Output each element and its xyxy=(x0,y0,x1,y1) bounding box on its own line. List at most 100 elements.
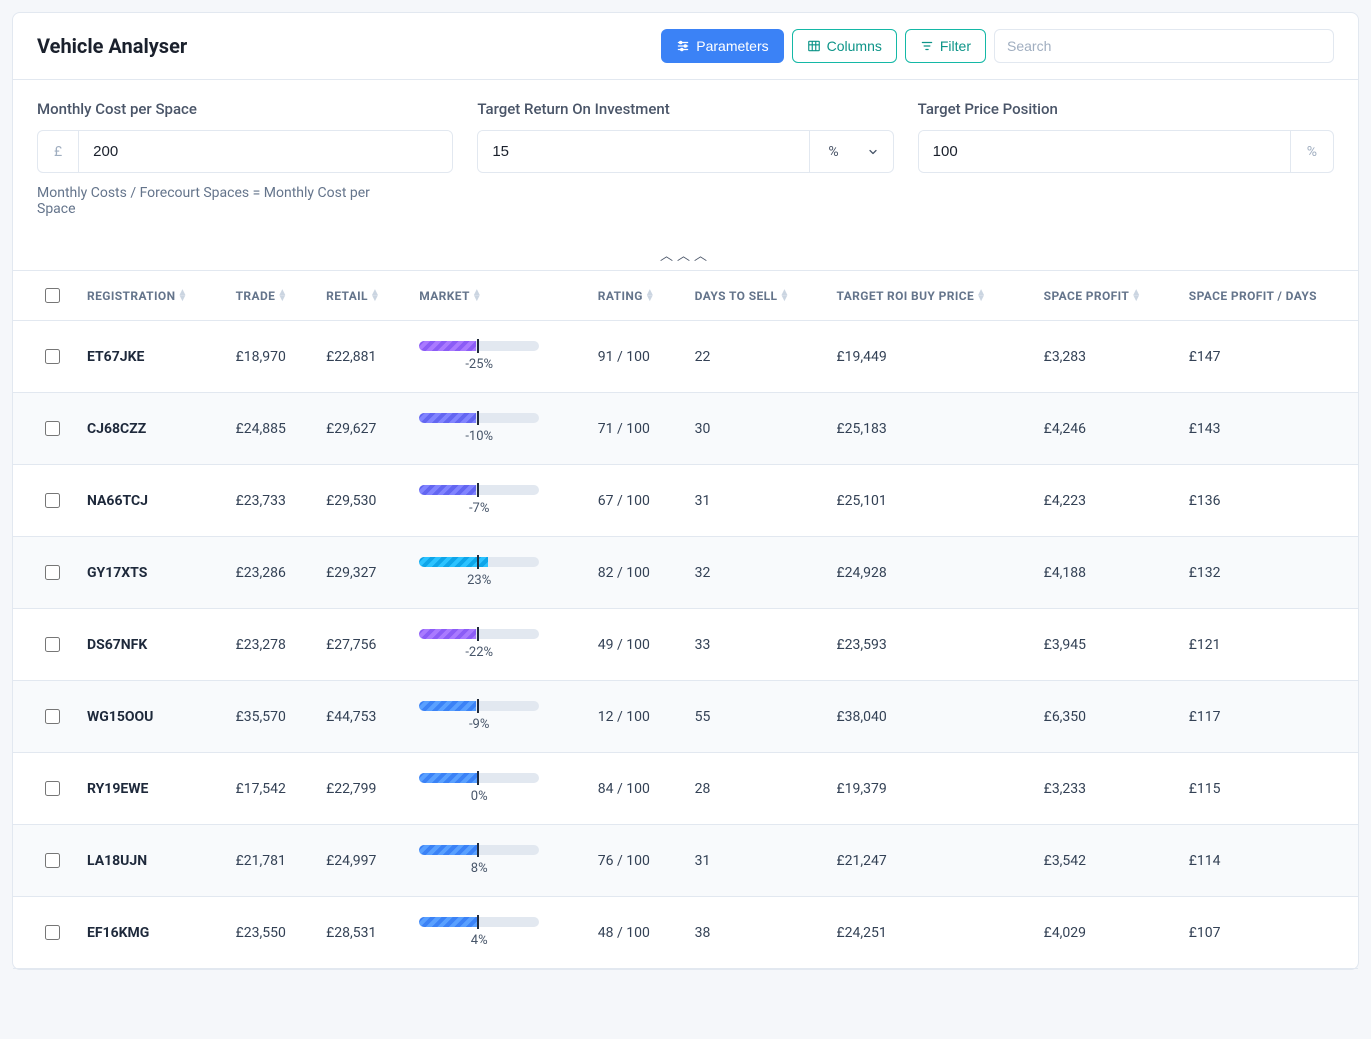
row-checkbox[interactable] xyxy=(45,925,60,940)
market-pct-label: -22% xyxy=(419,645,539,660)
cell-market: -22% xyxy=(407,609,586,681)
row-checkbox[interactable] xyxy=(45,853,60,868)
param-target-price: Target Price Position % xyxy=(918,100,1334,217)
cell-roi: £21,247 xyxy=(824,825,1031,897)
cell-profit: £4,188 xyxy=(1032,537,1177,609)
cost-input[interactable] xyxy=(79,131,452,172)
cell-profit: £4,223 xyxy=(1032,465,1177,537)
columns-icon xyxy=(807,39,821,53)
cell-days: 33 xyxy=(683,609,825,681)
cell-profit-days: £132 xyxy=(1177,537,1358,609)
vehicle-analyser-card: Vehicle Analyser Parameters Columns Filt… xyxy=(12,12,1359,970)
cost-helper-text: Monthly Costs / Forecourt Spaces = Month… xyxy=(37,185,377,217)
price-input[interactable] xyxy=(919,131,1290,172)
filter-button[interactable]: Filter xyxy=(905,29,986,63)
roi-input[interactable] xyxy=(478,131,809,172)
row-checkbox[interactable] xyxy=(45,349,60,364)
cell-days: 31 xyxy=(683,465,825,537)
cell-roi: £24,928 xyxy=(824,537,1031,609)
col-trade[interactable]: Trade▲▼ xyxy=(224,271,315,321)
row-checkbox[interactable] xyxy=(45,709,60,724)
filter-label: Filter xyxy=(940,38,971,54)
col-profit-days[interactable]: Space Profit / Days xyxy=(1177,271,1358,321)
cell-profit: £6,350 xyxy=(1032,681,1177,753)
cell-registration: ET67JKE xyxy=(75,321,224,393)
row-checkbox[interactable] xyxy=(45,421,60,436)
roi-input-group: % xyxy=(477,130,893,173)
table-row: CJ68CZZ£24,885£29,627-10%71 / 10030£25,1… xyxy=(13,393,1358,465)
parameters-label: Parameters xyxy=(696,38,768,54)
market-bar xyxy=(419,557,539,567)
cell-roi: £19,449 xyxy=(824,321,1031,393)
cell-rating: 49 / 100 xyxy=(586,609,683,681)
cell-market: 4% xyxy=(407,897,586,969)
price-input-group: % xyxy=(918,130,1334,173)
table-row: ET67JKE£18,970£22,881-25%91 / 10022£19,4… xyxy=(13,321,1358,393)
cell-days: 55 xyxy=(683,681,825,753)
collapse-toggle[interactable]: ︿︿︿ xyxy=(13,241,1358,270)
cell-days: 28 xyxy=(683,753,825,825)
roi-unit-label: % xyxy=(828,144,838,160)
cell-profit: £4,029 xyxy=(1032,897,1177,969)
market-bar xyxy=(419,845,539,855)
page-title: Vehicle Analyser xyxy=(37,34,187,58)
table-row: NA66TCJ£23,733£29,530-7%67 / 10031£25,10… xyxy=(13,465,1358,537)
market-pct-label: -25% xyxy=(419,357,539,372)
market-bar xyxy=(419,701,539,711)
cost-input-group: £ xyxy=(37,130,453,173)
row-checkbox[interactable] xyxy=(45,565,60,580)
market-bar xyxy=(419,629,539,639)
col-roi[interactable]: Target ROI Buy Price▲▼ xyxy=(824,271,1031,321)
cell-market: 23% xyxy=(407,537,586,609)
cell-roi: £38,040 xyxy=(824,681,1031,753)
cell-profit: £3,233 xyxy=(1032,753,1177,825)
market-pct-label: -10% xyxy=(419,429,539,444)
cell-rating: 12 / 100 xyxy=(586,681,683,753)
columns-button[interactable]: Columns xyxy=(792,29,897,63)
cell-retail: £29,327 xyxy=(314,537,407,609)
col-rating[interactable]: Rating▲▼ xyxy=(586,271,683,321)
col-profit[interactable]: Space Profit▲▼ xyxy=(1032,271,1177,321)
cell-registration: WG15OOU xyxy=(75,681,224,753)
market-pct-label: 0% xyxy=(419,789,539,804)
cell-profit-days: £121 xyxy=(1177,609,1358,681)
table-row: EF16KMG£23,550£28,5314%48 / 10038£24,251… xyxy=(13,897,1358,969)
search-input[interactable] xyxy=(994,29,1334,63)
cell-market: -7% xyxy=(407,465,586,537)
cell-market: -25% xyxy=(407,321,586,393)
col-days[interactable]: Days To Sell▲▼ xyxy=(683,271,825,321)
cell-profit-days: £107 xyxy=(1177,897,1358,969)
table-row: GY17XTS£23,286£29,32723%82 / 10032£24,92… xyxy=(13,537,1358,609)
cell-market: 8% xyxy=(407,825,586,897)
cell-roi: £24,251 xyxy=(824,897,1031,969)
toolbar: Parameters Columns Filter xyxy=(661,29,1334,63)
col-market[interactable]: Market▲▼ xyxy=(407,271,586,321)
cell-retail: £27,756 xyxy=(314,609,407,681)
cell-roi: £25,101 xyxy=(824,465,1031,537)
col-registration[interactable]: Registration▲▼ xyxy=(75,271,224,321)
price-unit-addon: % xyxy=(1290,131,1333,172)
cell-trade: £18,970 xyxy=(224,321,315,393)
table-row: LA18UJN£21,781£24,9978%76 / 10031£21,247… xyxy=(13,825,1358,897)
parameters-button[interactable]: Parameters xyxy=(661,29,783,63)
row-checkbox[interactable] xyxy=(45,781,60,796)
cell-profit-days: £117 xyxy=(1177,681,1358,753)
select-all-checkbox[interactable] xyxy=(45,288,60,303)
currency-addon: £ xyxy=(38,131,79,172)
chevron-up-icon: ︿︿︿ xyxy=(660,249,711,264)
market-pct-label: 8% xyxy=(419,861,539,876)
cell-registration: GY17XTS xyxy=(75,537,224,609)
cost-label: Monthly Cost per Space xyxy=(37,100,453,118)
row-checkbox[interactable] xyxy=(45,637,60,652)
market-bar xyxy=(419,917,539,927)
sort-icon: ▲▼ xyxy=(779,290,789,302)
card-header: Vehicle Analyser Parameters Columns Filt… xyxy=(13,13,1358,80)
row-checkbox[interactable] xyxy=(45,493,60,508)
market-bar xyxy=(419,485,539,495)
roi-label: Target Return On Investment xyxy=(477,100,893,118)
col-retail[interactable]: Retail▲▼ xyxy=(314,271,407,321)
table-row: RY19EWE£17,542£22,7990%84 / 10028£19,379… xyxy=(13,753,1358,825)
cell-market: -9% xyxy=(407,681,586,753)
cell-roi: £23,593 xyxy=(824,609,1031,681)
roi-unit-select[interactable]: % xyxy=(809,131,892,172)
